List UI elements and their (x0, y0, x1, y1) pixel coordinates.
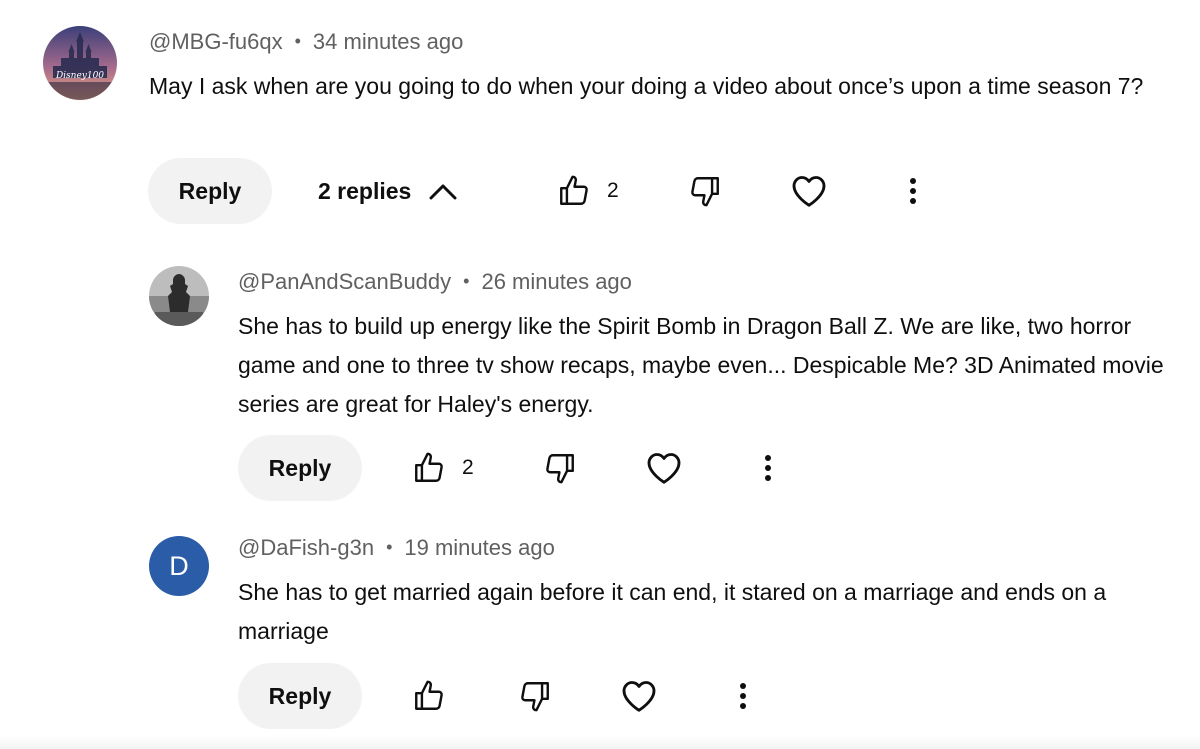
comment-actions: Reply 2 (238, 435, 798, 501)
timestamp[interactable]: 34 minutes ago (313, 29, 463, 54)
author-handle[interactable]: @MBG-fu6qx (149, 29, 283, 54)
like-count: 2 (607, 179, 619, 202)
reply-button[interactable]: Reply (148, 158, 272, 224)
thumbs-down-icon (546, 454, 574, 484)
comment-meta: @DaFish-g3n • 19 minutes ago (238, 535, 555, 561)
comment-thread: Disney100 @MBG-fu6qx • 34 minutes ago May … (0, 0, 1200, 230)
timestamp[interactable]: 26 minutes ago (481, 269, 631, 294)
author-handle[interactable]: @PanAndScanBuddy (238, 269, 451, 294)
heart-icon (647, 453, 681, 484)
comment-actions: Reply (238, 663, 798, 729)
dislike-button[interactable] (688, 158, 722, 224)
heart-icon (792, 176, 826, 207)
timestamp[interactable]: 19 minutes ago (404, 535, 554, 560)
reply-button[interactable]: Reply (238, 663, 362, 729)
more-vert-icon (910, 178, 916, 204)
thumbs-up-icon (415, 680, 443, 710)
bottom-edge (0, 735, 1200, 749)
comment-text: She has to build up energy like the Spir… (238, 313, 1164, 417)
like-count: 2 (462, 456, 474, 479)
separator-dot: • (386, 537, 393, 557)
chevron-up-icon (429, 184, 457, 200)
dislike-button[interactable] (518, 663, 552, 729)
dislike-button[interactable] (543, 435, 577, 501)
avatar[interactable]: Disney100 (43, 26, 117, 100)
separator-dot: • (463, 271, 470, 291)
heart-button[interactable] (621, 663, 657, 729)
thumbs-down-icon (691, 177, 719, 207)
comment-text: She has to get married again before it c… (238, 579, 1107, 644)
like-button[interactable]: 2 (557, 158, 619, 224)
reply-button[interactable]: Reply (238, 435, 362, 501)
avatar[interactable] (149, 266, 209, 326)
reply-thread-item: @PanAndScanBuddy • 26 minutes ago She has … (0, 230, 1200, 510)
comment-actions: Reply 2 replies 2 (148, 158, 948, 224)
more-options-button[interactable] (738, 663, 748, 729)
author-handle[interactable]: @DaFish-g3n (238, 535, 374, 560)
heart-button[interactable] (646, 435, 682, 501)
more-vert-icon (740, 683, 746, 709)
thumbs-up-icon (415, 452, 443, 482)
comment-meta: @MBG-fu6qx • 34 minutes ago (149, 29, 463, 55)
more-vert-icon (765, 455, 771, 481)
heart-button[interactable] (791, 158, 827, 224)
more-options-button[interactable] (763, 435, 773, 501)
svg-text:Disney100: Disney100 (55, 71, 104, 81)
replies-count: 2 replies (318, 177, 412, 204)
reply-thread-item: D @DaFish-g3n • 19 minutes ago She has to … (0, 510, 1200, 749)
thumbs-down-icon (521, 682, 549, 712)
thumbs-up-icon (560, 175, 588, 205)
replies-toggle[interactable]: 2 replies (318, 158, 457, 224)
separator-dot: • (294, 31, 301, 51)
avatar-letter: D (169, 550, 189, 581)
like-button[interactable] (412, 663, 446, 729)
comment-meta: @PanAndScanBuddy • 26 minutes ago (238, 269, 632, 295)
like-button[interactable]: 2 (412, 435, 474, 501)
avatar[interactable]: D (149, 536, 209, 596)
heart-icon (622, 681, 656, 712)
comment-text: May I ask when are you going to do when … (149, 73, 1144, 99)
more-options-button[interactable] (908, 158, 918, 224)
